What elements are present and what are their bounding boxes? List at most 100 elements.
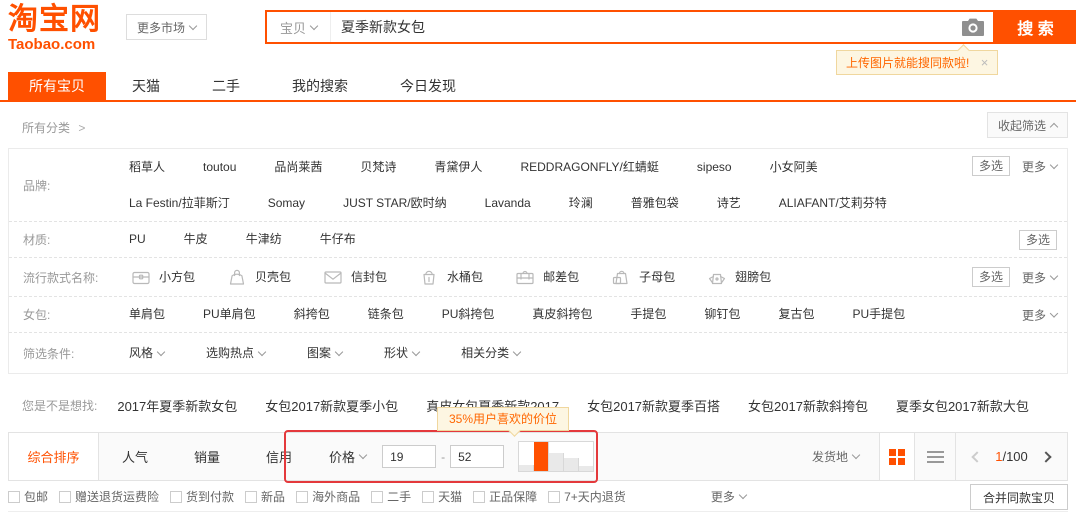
next-page-icon[interactable] xyxy=(1040,451,1051,462)
material-option[interactable]: 牛津纺 xyxy=(246,222,282,257)
tab-all-items[interactable]: 所有宝贝 xyxy=(8,72,106,100)
style-option[interactable]: 水桶包 xyxy=(417,258,483,296)
style-more-link[interactable]: 更多 xyxy=(1022,269,1057,286)
checkbox-7day-return[interactable]: 7+天内退货 xyxy=(548,488,626,505)
filter-panel: 品牌: 稻草人 toutou 品尚莱茜 贝梵诗 青黛伊人 REDDRAGONFL… xyxy=(8,148,1068,374)
tab-today-discover[interactable]: 今日发现 xyxy=(374,72,482,100)
merge-same-items-button[interactable]: 合并同款宝贝 xyxy=(970,484,1068,510)
bag-more-link[interactable]: 更多 xyxy=(1022,306,1057,323)
shell-bag-icon xyxy=(225,265,249,289)
bag-option[interactable]: 斜挎包 xyxy=(294,297,330,332)
footer-more-link[interactable]: 更多 xyxy=(711,488,746,505)
suggestion-link[interactable]: 女包2017新款斜挎包 xyxy=(748,396,868,415)
bag-option[interactable]: 铆钉包 xyxy=(704,297,740,332)
brand-option[interactable]: sipeso xyxy=(697,149,732,185)
tab-secondhand[interactable]: 二手 xyxy=(186,72,266,100)
sort-sales-button[interactable]: 销量 xyxy=(171,447,243,466)
grid-view-button[interactable] xyxy=(879,433,915,480)
bag-option[interactable]: PU单肩包 xyxy=(203,297,256,332)
suggestion-link[interactable]: 女包2017新款夏季小包 xyxy=(265,396,398,415)
material-option[interactable]: PU xyxy=(129,222,146,257)
condition-dropdown-shape[interactable]: 形状 xyxy=(384,333,419,373)
condition-dropdown-pattern[interactable]: 图案 xyxy=(307,333,342,373)
chevron-down-icon xyxy=(359,451,367,459)
brand-option[interactable]: 玲澜 xyxy=(569,185,593,221)
material-multi-select-button[interactable]: 多选 xyxy=(1019,230,1057,250)
checkbox-secondhand[interactable]: 二手 xyxy=(371,488,411,505)
checkbox-authentic[interactable]: 正品保障 xyxy=(473,488,537,505)
condition-dropdown-style[interactable]: 风格 xyxy=(129,333,164,373)
bag-option[interactable]: 单肩包 xyxy=(129,297,165,332)
brand-more-link[interactable]: 更多 xyxy=(1022,158,1057,175)
brand-option[interactable]: La Festin/拉菲斯汀 xyxy=(129,185,230,221)
search-box: 宝贝 xyxy=(265,10,995,44)
checkbox-cod[interactable]: 货到付款 xyxy=(170,488,234,505)
bag-option[interactable]: 链条包 xyxy=(368,297,404,332)
grid-view-icon xyxy=(889,449,905,465)
bag-option[interactable]: 手提包 xyxy=(630,297,666,332)
list-view-button[interactable] xyxy=(915,433,955,480)
sort-credit-button[interactable]: 信用 xyxy=(243,447,315,466)
suggestion-link[interactable]: 夏季女包2017新款大包 xyxy=(896,396,1029,415)
brand-option[interactable]: REDDRAGONFLY/红蜻蜓 xyxy=(520,149,658,185)
prev-page-icon[interactable] xyxy=(972,451,983,462)
brand-option[interactable]: Somay xyxy=(268,185,305,221)
material-option[interactable]: 牛仔布 xyxy=(320,222,356,257)
search-button[interactable]: 搜 索 xyxy=(995,10,1076,44)
brand-option[interactable]: 品尚莱茜 xyxy=(274,149,322,185)
checkbox-free-shipping[interactable]: 包邮 xyxy=(8,488,48,505)
brand-multi-select-button[interactable]: 多选 xyxy=(972,156,1010,176)
sort-price-dropdown[interactable]: 价格 xyxy=(329,447,366,466)
chevron-down-icon xyxy=(513,347,521,355)
sort-composite-button[interactable]: 综合排序 xyxy=(9,433,99,480)
brand-option[interactable]: 稻草人 xyxy=(129,149,165,185)
chevron-down-icon xyxy=(189,21,197,29)
material-option[interactable]: 牛皮 xyxy=(184,222,208,257)
style-option[interactable]: 子母包 xyxy=(609,258,675,296)
condition-dropdown-hotspot[interactable]: 选购热点 xyxy=(206,333,265,373)
bag-option[interactable]: 复古包 xyxy=(778,297,814,332)
price-histogram[interactable] xyxy=(518,441,594,472)
style-option[interactable]: 贝壳包 xyxy=(225,258,291,296)
brand-option[interactable]: 诗艺 xyxy=(717,185,741,221)
bag-option[interactable]: PU斜挎包 xyxy=(442,297,495,332)
brand-option[interactable]: ALIAFANT/艾莉芬特 xyxy=(779,185,887,221)
search-scope-select[interactable]: 宝贝 xyxy=(267,12,331,42)
collapse-filters-button[interactable]: 收起筛选 xyxy=(987,112,1068,138)
close-icon[interactable]: × xyxy=(981,55,989,70)
checkbox-new[interactable]: 新品 xyxy=(245,488,285,505)
tab-tmall[interactable]: 天猫 xyxy=(106,72,186,100)
brand-option[interactable]: 贝梵诗 xyxy=(360,149,396,185)
price-tooltip: 35%用户喜欢的价位 xyxy=(437,407,569,431)
tab-my-search[interactable]: 我的搜索 xyxy=(266,72,374,100)
sort-popularity-button[interactable]: 人气 xyxy=(99,447,171,466)
brand-option[interactable]: toutou xyxy=(203,149,236,185)
checkbox-return-insurance[interactable]: 赠送退货运费险 xyxy=(59,488,159,505)
more-markets-button[interactable]: 更多市场 xyxy=(126,14,207,40)
checkbox-icon xyxy=(422,491,434,503)
brand-option[interactable]: 普雅包袋 xyxy=(631,185,679,221)
brand-option[interactable]: 青黛伊人 xyxy=(434,149,482,185)
style-multi-select-button[interactable]: 多选 xyxy=(972,267,1010,287)
bag-option[interactable]: 真皮斜挎包 xyxy=(532,297,592,332)
suggestion-link[interactable]: 女包2017新款夏季百搭 xyxy=(587,396,720,415)
style-option[interactable]: 信封包 xyxy=(321,258,387,296)
brand-option[interactable]: 小女阿美 xyxy=(770,149,818,185)
style-option[interactable]: 邮差包 xyxy=(513,258,579,296)
condition-dropdown-related[interactable]: 相关分类 xyxy=(461,333,520,373)
camera-icon[interactable] xyxy=(961,17,985,37)
search-input[interactable] xyxy=(331,12,961,42)
bag-option[interactable]: PU手提包 xyxy=(852,297,905,332)
all-categories-link[interactable]: 所有分类 > xyxy=(22,119,85,136)
checkbox-overseas[interactable]: 海外商品 xyxy=(296,488,360,505)
suggestion-link[interactable]: 2017年夏季新款女包 xyxy=(117,396,237,415)
style-option[interactable]: 小方包 xyxy=(129,258,195,296)
taobao-logo[interactable]: 淘宝网 Taobao.com xyxy=(8,5,101,52)
style-option[interactable]: 翅膀包 xyxy=(705,258,771,296)
brand-option[interactable]: Lavanda xyxy=(485,185,531,221)
price-max-input[interactable] xyxy=(450,445,504,468)
brand-option[interactable]: JUST STAR/欧时纳 xyxy=(343,185,447,221)
price-min-input[interactable] xyxy=(382,445,436,468)
ship-from-dropdown[interactable]: 发货地 xyxy=(812,448,879,465)
checkbox-tmall[interactable]: 天猫 xyxy=(422,488,462,505)
